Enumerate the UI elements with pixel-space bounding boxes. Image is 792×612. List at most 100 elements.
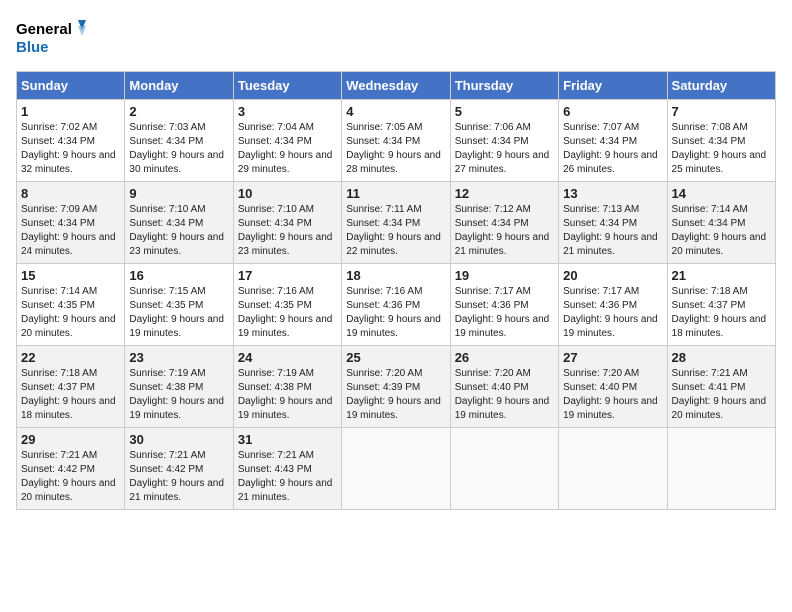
day-info: Sunrise: 7:17 AMSunset: 4:36 PMDaylight:… — [455, 286, 550, 339]
day-info: Sunrise: 7:21 AMSunset: 4:42 PMDaylight:… — [21, 450, 116, 503]
day-info: Sunrise: 7:10 AMSunset: 4:34 PMDaylight:… — [129, 204, 224, 257]
day-number: 6 — [563, 104, 662, 119]
day-number: 10 — [238, 186, 337, 201]
day-number: 19 — [455, 268, 554, 283]
day-info: Sunrise: 7:16 AMSunset: 4:36 PMDaylight:… — [346, 286, 441, 339]
calendar-cell — [450, 428, 558, 510]
day-number: 26 — [455, 350, 554, 365]
day-info: Sunrise: 7:10 AMSunset: 4:34 PMDaylight:… — [238, 204, 333, 257]
calendar-cell: 19 Sunrise: 7:17 AMSunset: 4:36 PMDaylig… — [450, 264, 558, 346]
day-info: Sunrise: 7:18 AMSunset: 4:37 PMDaylight:… — [21, 368, 116, 421]
day-number: 24 — [238, 350, 337, 365]
calendar-cell: 17 Sunrise: 7:16 AMSunset: 4:35 PMDaylig… — [233, 264, 341, 346]
day-info: Sunrise: 7:21 AMSunset: 4:43 PMDaylight:… — [238, 450, 333, 503]
calendar-cell: 28 Sunrise: 7:21 AMSunset: 4:41 PMDaylig… — [667, 346, 775, 428]
day-number: 12 — [455, 186, 554, 201]
calendar-cell: 20 Sunrise: 7:17 AMSunset: 4:36 PMDaylig… — [559, 264, 667, 346]
day-info: Sunrise: 7:14 AMSunset: 4:34 PMDaylight:… — [672, 204, 767, 257]
day-info: Sunrise: 7:12 AMSunset: 4:34 PMDaylight:… — [455, 204, 550, 257]
day-number: 29 — [21, 432, 120, 447]
calendar-cell: 31 Sunrise: 7:21 AMSunset: 4:43 PMDaylig… — [233, 428, 341, 510]
calendar-cell: 18 Sunrise: 7:16 AMSunset: 4:36 PMDaylig… — [342, 264, 450, 346]
calendar-cell: 15 Sunrise: 7:14 AMSunset: 4:35 PMDaylig… — [17, 264, 125, 346]
day-info: Sunrise: 7:11 AMSunset: 4:34 PMDaylight:… — [346, 204, 441, 257]
calendar-cell: 29 Sunrise: 7:21 AMSunset: 4:42 PMDaylig… — [17, 428, 125, 510]
calendar-cell — [667, 428, 775, 510]
day-info: Sunrise: 7:21 AMSunset: 4:41 PMDaylight:… — [672, 368, 767, 421]
day-number: 22 — [21, 350, 120, 365]
day-info: Sunrise: 7:20 AMSunset: 4:40 PMDaylight:… — [455, 368, 550, 421]
day-info: Sunrise: 7:09 AMSunset: 4:34 PMDaylight:… — [21, 204, 116, 257]
day-info: Sunrise: 7:07 AMSunset: 4:34 PMDaylight:… — [563, 122, 658, 175]
day-number: 31 — [238, 432, 337, 447]
calendar-cell: 27 Sunrise: 7:20 AMSunset: 4:40 PMDaylig… — [559, 346, 667, 428]
day-info: Sunrise: 7:14 AMSunset: 4:35 PMDaylight:… — [21, 286, 116, 339]
day-info: Sunrise: 7:17 AMSunset: 4:36 PMDaylight:… — [563, 286, 658, 339]
weekday-header-tuesday: Tuesday — [233, 72, 341, 100]
calendar-cell: 10 Sunrise: 7:10 AMSunset: 4:34 PMDaylig… — [233, 182, 341, 264]
calendar-cell: 24 Sunrise: 7:19 AMSunset: 4:38 PMDaylig… — [233, 346, 341, 428]
calendar-cell: 14 Sunrise: 7:14 AMSunset: 4:34 PMDaylig… — [667, 182, 775, 264]
day-info: Sunrise: 7:15 AMSunset: 4:35 PMDaylight:… — [129, 286, 224, 339]
day-number: 30 — [129, 432, 228, 447]
day-number: 4 — [346, 104, 445, 119]
calendar-cell: 6 Sunrise: 7:07 AMSunset: 4:34 PMDayligh… — [559, 100, 667, 182]
weekday-header-saturday: Saturday — [667, 72, 775, 100]
day-number: 15 — [21, 268, 120, 283]
day-number: 25 — [346, 350, 445, 365]
day-number: 23 — [129, 350, 228, 365]
calendar-cell: 13 Sunrise: 7:13 AMSunset: 4:34 PMDaylig… — [559, 182, 667, 264]
svg-text:General: General — [16, 21, 72, 38]
calendar-cell: 21 Sunrise: 7:18 AMSunset: 4:37 PMDaylig… — [667, 264, 775, 346]
day-number: 18 — [346, 268, 445, 283]
day-number: 8 — [21, 186, 120, 201]
day-number: 17 — [238, 268, 337, 283]
day-info: Sunrise: 7:19 AMSunset: 4:38 PMDaylight:… — [238, 368, 333, 421]
calendar-cell: 8 Sunrise: 7:09 AMSunset: 4:34 PMDayligh… — [17, 182, 125, 264]
calendar-cell: 12 Sunrise: 7:12 AMSunset: 4:34 PMDaylig… — [450, 182, 558, 264]
svg-text:Blue: Blue — [16, 39, 49, 56]
calendar-cell — [559, 428, 667, 510]
calendar-cell: 30 Sunrise: 7:21 AMSunset: 4:42 PMDaylig… — [125, 428, 233, 510]
day-number: 5 — [455, 104, 554, 119]
day-info: Sunrise: 7:03 AMSunset: 4:34 PMDaylight:… — [129, 122, 224, 175]
calendar-cell: 26 Sunrise: 7:20 AMSunset: 4:40 PMDaylig… — [450, 346, 558, 428]
weekday-header-thursday: Thursday — [450, 72, 558, 100]
day-info: Sunrise: 7:19 AMSunset: 4:38 PMDaylight:… — [129, 368, 224, 421]
weekday-header-sunday: Sunday — [17, 72, 125, 100]
calendar-cell — [342, 428, 450, 510]
day-info: Sunrise: 7:04 AMSunset: 4:34 PMDaylight:… — [238, 122, 333, 175]
day-number: 13 — [563, 186, 662, 201]
day-number: 3 — [238, 104, 337, 119]
day-number: 21 — [672, 268, 771, 283]
calendar-cell: 4 Sunrise: 7:05 AMSunset: 4:34 PMDayligh… — [342, 100, 450, 182]
day-number: 27 — [563, 350, 662, 365]
calendar-cell: 22 Sunrise: 7:18 AMSunset: 4:37 PMDaylig… — [17, 346, 125, 428]
day-number: 16 — [129, 268, 228, 283]
calendar-cell: 25 Sunrise: 7:20 AMSunset: 4:39 PMDaylig… — [342, 346, 450, 428]
day-number: 28 — [672, 350, 771, 365]
day-info: Sunrise: 7:16 AMSunset: 4:35 PMDaylight:… — [238, 286, 333, 339]
day-number: 14 — [672, 186, 771, 201]
logo-svg: General Blue — [16, 16, 86, 61]
calendar-cell: 1 Sunrise: 7:02 AMSunset: 4:34 PMDayligh… — [17, 100, 125, 182]
day-info: Sunrise: 7:20 AMSunset: 4:39 PMDaylight:… — [346, 368, 441, 421]
calendar-cell: 16 Sunrise: 7:15 AMSunset: 4:35 PMDaylig… — [125, 264, 233, 346]
day-number: 11 — [346, 186, 445, 201]
calendar-cell: 5 Sunrise: 7:06 AMSunset: 4:34 PMDayligh… — [450, 100, 558, 182]
header: General Blue — [16, 16, 776, 61]
day-number: 7 — [672, 104, 771, 119]
day-number: 1 — [21, 104, 120, 119]
day-number: 20 — [563, 268, 662, 283]
day-info: Sunrise: 7:02 AMSunset: 4:34 PMDaylight:… — [21, 122, 116, 175]
day-info: Sunrise: 7:05 AMSunset: 4:34 PMDaylight:… — [346, 122, 441, 175]
day-info: Sunrise: 7:13 AMSunset: 4:34 PMDaylight:… — [563, 204, 658, 257]
weekday-header-friday: Friday — [559, 72, 667, 100]
calendar-cell: 3 Sunrise: 7:04 AMSunset: 4:34 PMDayligh… — [233, 100, 341, 182]
calendar-cell: 7 Sunrise: 7:08 AMSunset: 4:34 PMDayligh… — [667, 100, 775, 182]
weekday-header-wednesday: Wednesday — [342, 72, 450, 100]
day-info: Sunrise: 7:08 AMSunset: 4:34 PMDaylight:… — [672, 122, 767, 175]
weekday-header-monday: Monday — [125, 72, 233, 100]
calendar-table: SundayMondayTuesdayWednesdayThursdayFrid… — [16, 71, 776, 510]
logo: General Blue — [16, 16, 86, 61]
